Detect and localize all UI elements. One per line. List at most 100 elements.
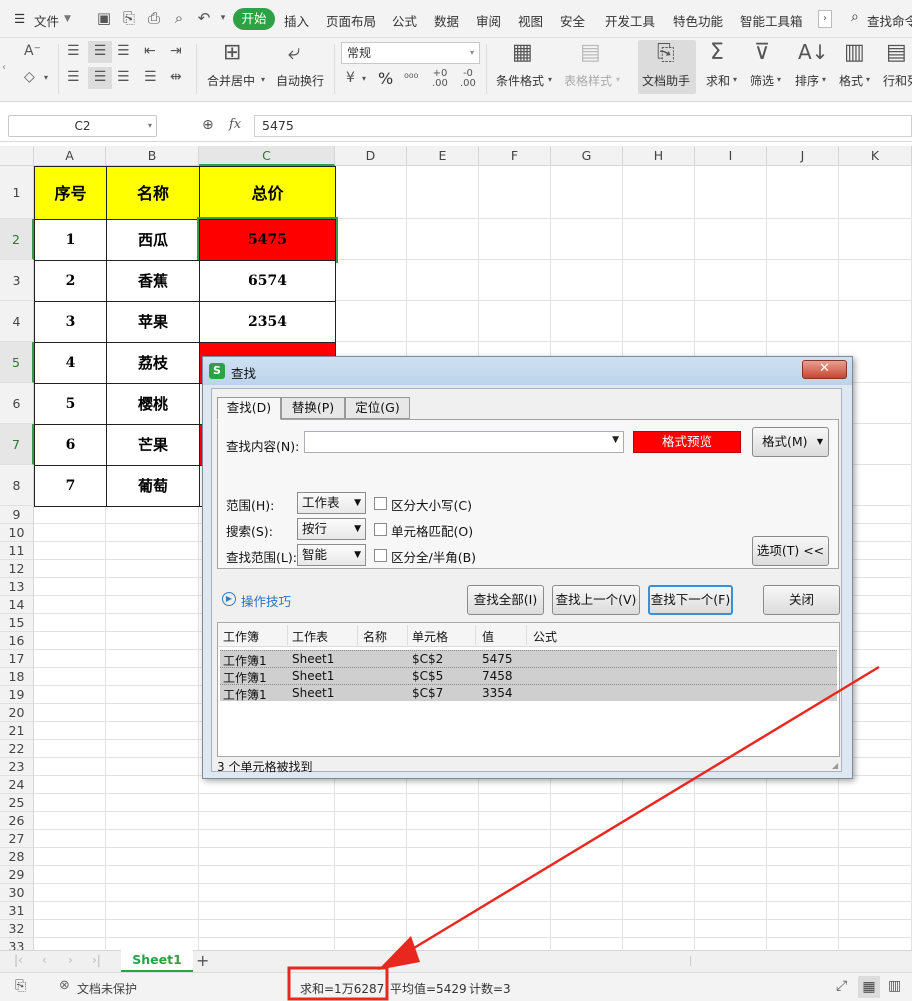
increase-decimal-icon[interactable]: +0.00 xyxy=(432,69,448,89)
cell[interactable] xyxy=(34,902,106,920)
cell[interactable] xyxy=(767,219,839,260)
cell[interactable] xyxy=(34,830,106,848)
cell[interactable] xyxy=(479,260,551,301)
cell[interactable] xyxy=(34,722,106,740)
table-cell[interactable]: 2 xyxy=(34,260,107,302)
conditional-format-button[interactable]: 条件格式 xyxy=(496,72,544,89)
cell[interactable] xyxy=(335,884,407,902)
cell[interactable] xyxy=(479,812,551,830)
cell[interactable] xyxy=(695,902,767,920)
cell[interactable] xyxy=(551,848,623,866)
cell[interactable] xyxy=(407,812,479,830)
row-header-29[interactable]: 29 xyxy=(0,866,34,884)
cell[interactable] xyxy=(407,794,479,812)
cell[interactable] xyxy=(106,722,199,740)
cell[interactable] xyxy=(695,166,767,219)
cell[interactable] xyxy=(839,301,912,342)
row-header-15[interactable]: 15 xyxy=(0,614,34,632)
column-header-g[interactable]: G xyxy=(551,146,623,166)
find-prev-button[interactable]: 查找上一个(V) xyxy=(552,585,640,615)
options-button[interactable]: 选项(T) << xyxy=(752,536,829,566)
cell[interactable] xyxy=(106,560,199,578)
table-cell[interactable]: 6 xyxy=(34,424,107,466)
cell[interactable] xyxy=(34,704,106,722)
column-header-h[interactable]: H xyxy=(623,146,695,166)
column-header-a[interactable]: A xyxy=(34,146,106,166)
table-cell[interactable]: 5475 xyxy=(197,217,338,263)
results-col-sheet[interactable]: 工作表 xyxy=(292,628,328,645)
cell[interactable] xyxy=(199,920,335,938)
row-header-6[interactable]: 6 xyxy=(0,383,34,424)
close-button[interactable]: 关闭 xyxy=(763,585,840,615)
cell[interactable] xyxy=(34,524,106,542)
row-col-button[interactable]: 行和列 xyxy=(883,72,912,89)
row-header-1[interactable]: 1 xyxy=(0,166,34,219)
add-sheet-button[interactable]: + xyxy=(196,951,209,970)
results-row[interactable]: 工作簿1 Sheet1 $C$2 5475 xyxy=(220,650,837,668)
row-header-11[interactable]: 11 xyxy=(0,542,34,560)
sort-button[interactable]: 排序 xyxy=(795,72,819,89)
cell[interactable] xyxy=(335,920,407,938)
filter-icon[interactable]: ⊽ xyxy=(754,42,770,64)
close-icon[interactable]: ✕ xyxy=(802,360,847,379)
cell[interactable] xyxy=(551,830,623,848)
cell[interactable] xyxy=(839,902,912,920)
cell[interactable] xyxy=(407,301,479,342)
cell[interactable] xyxy=(623,902,695,920)
cell[interactable] xyxy=(767,920,839,938)
cell[interactable] xyxy=(106,524,199,542)
cell[interactable] xyxy=(34,884,106,902)
cell[interactable] xyxy=(106,632,199,650)
cell[interactable] xyxy=(34,686,106,704)
cell[interactable] xyxy=(106,830,199,848)
column-header-f[interactable]: F xyxy=(479,146,551,166)
last-sheet-icon[interactable]: ›| xyxy=(92,953,101,967)
row-header-25[interactable]: 25 xyxy=(0,794,34,812)
cell[interactable] xyxy=(551,938,623,950)
cell[interactable] xyxy=(623,866,695,884)
cell[interactable] xyxy=(335,812,407,830)
table-header-cell[interactable]: 序号 xyxy=(34,166,107,220)
align-middle-icon[interactable]: ☰ xyxy=(88,41,112,63)
table-cell[interactable]: 西瓜 xyxy=(106,219,200,261)
cell[interactable] xyxy=(695,219,767,260)
cell[interactable] xyxy=(106,704,199,722)
cell[interactable] xyxy=(479,902,551,920)
thousands-separator-icon[interactable]: ⁰⁰⁰ xyxy=(404,72,418,84)
cell[interactable] xyxy=(335,794,407,812)
cell[interactable] xyxy=(335,301,407,342)
cell[interactable] xyxy=(695,938,767,950)
tab-page-layout[interactable]: 页面布局 xyxy=(326,11,376,30)
column-header-b[interactable]: B xyxy=(106,146,199,166)
column-header-i[interactable]: I xyxy=(695,146,767,166)
cell[interactable] xyxy=(839,848,912,866)
cell[interactable] xyxy=(839,830,912,848)
results-row[interactable]: 工作簿1 Sheet1 $C$5 7458 xyxy=(220,667,837,685)
cell[interactable] xyxy=(623,260,695,301)
zoom-icon[interactable]: ⊕ xyxy=(202,117,214,133)
format-dropdown-icon[interactable]: ▾ xyxy=(866,76,870,84)
table-cell[interactable]: 樱桃 xyxy=(106,383,200,425)
format-icon[interactable]: ▥ xyxy=(844,42,865,64)
cell[interactable] xyxy=(839,260,912,301)
filter-dropdown-icon[interactable]: ▾ xyxy=(777,76,781,84)
tab-formula[interactable]: 公式 xyxy=(392,11,417,30)
cell[interactable] xyxy=(551,920,623,938)
select-all-corner[interactable] xyxy=(0,146,34,166)
row-header-4[interactable]: 4 xyxy=(0,301,34,342)
table-cell[interactable]: 7 xyxy=(34,465,107,507)
cell[interactable] xyxy=(479,920,551,938)
cell[interactable] xyxy=(767,866,839,884)
cell[interactable] xyxy=(407,866,479,884)
cell[interactable] xyxy=(407,166,479,219)
cell[interactable] xyxy=(106,650,199,668)
cell[interactable] xyxy=(767,884,839,902)
cell[interactable] xyxy=(407,920,479,938)
table-cell[interactable]: 6574 xyxy=(199,260,336,302)
merge-dropdown-icon[interactable]: ▾ xyxy=(261,76,265,84)
cell[interactable] xyxy=(623,794,695,812)
justify-icon[interactable]: ☰ xyxy=(144,70,157,84)
cell[interactable] xyxy=(407,848,479,866)
cell[interactable] xyxy=(695,812,767,830)
results-col-value[interactable]: 值 xyxy=(482,628,494,645)
